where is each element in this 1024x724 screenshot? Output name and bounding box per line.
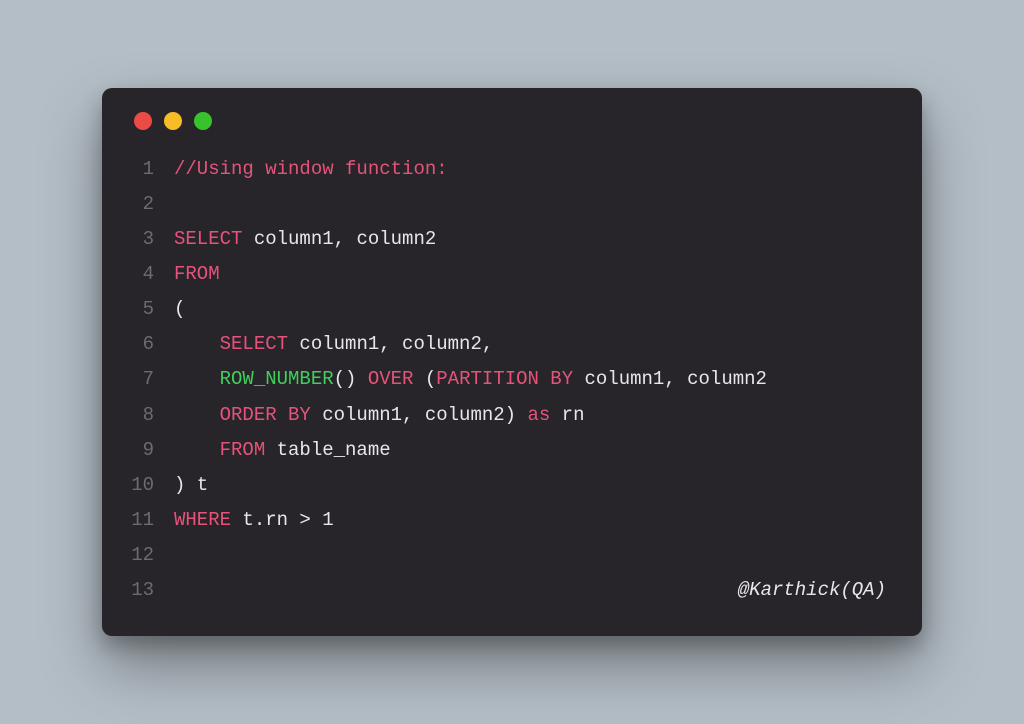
code-token: ( [174,298,185,320]
line-content: WHERE t.rn > 1 [174,503,894,538]
line-number: 5 [130,292,174,327]
line-number: 1 [130,152,174,187]
line-number: 2 [130,187,174,222]
code-line: 1//Using window function: [130,152,894,187]
line-number: 8 [130,398,174,433]
code-token: FROM [174,263,220,285]
line-number: 11 [130,503,174,538]
code-token: 1 [322,509,333,531]
code-line: 9 FROM table_name [130,433,894,468]
line-number: 3 [130,222,174,257]
line-content [174,538,894,573]
code-line: 4FROM [130,257,894,292]
code-line: 3SELECT column1, column2 [130,222,894,257]
code-line: 8 ORDER BY column1, column2) as rn [130,398,894,433]
code-token: column1, column2 [242,228,436,250]
line-number: 12 [130,538,174,573]
code-token: WHERE [174,509,231,531]
line-content [174,187,894,222]
code-token: ROW_NUMBER [220,368,334,390]
code-token: t.rn > [231,509,322,531]
code-token: column1, column2 [573,368,767,390]
code-line: 7 ROW_NUMBER() OVER (PARTITION BY column… [130,362,894,397]
author-credit: @Karthick(QA) [174,573,894,608]
code-token: OVER [356,368,424,390]
code-token: column1, column2, [288,333,493,355]
code-token: //Using window function: [174,158,448,180]
line-number: 13 [130,573,174,608]
close-icon[interactable] [134,112,152,130]
code-token: ( [425,368,436,390]
code-token: ) t [174,474,208,496]
zoom-icon[interactable] [194,112,212,130]
line-content: ( [174,292,894,327]
code-line: 10) t [130,468,894,503]
code-window: 1//Using window function:23SELECT column… [102,88,922,637]
code-token: column1, column2) [311,404,528,426]
code-token [174,333,220,355]
code-token: PARTITION BY [436,368,573,390]
code-line: 5( [130,292,894,327]
line-content: ORDER BY column1, column2) as rn [174,398,894,433]
code-line: 12 [130,538,894,573]
line-content: FROM [174,257,894,292]
code-line: 13@Karthick(QA) [130,573,894,608]
line-number: 10 [130,468,174,503]
line-content: ) t [174,468,894,503]
line-content: ROW_NUMBER() OVER (PARTITION BY column1,… [174,362,894,397]
line-content: @Karthick(QA) [174,573,894,608]
code-token: FROM [220,439,266,461]
code-token: as [527,404,550,426]
line-number: 9 [130,433,174,468]
code-token [174,368,220,390]
line-number: 6 [130,327,174,362]
line-content: SELECT column1, column2, [174,327,894,362]
code-token: () [334,368,357,390]
line-number: 4 [130,257,174,292]
code-token: table_name [265,439,390,461]
code-line: 2 [130,187,894,222]
code-token [174,439,220,461]
line-content: //Using window function: [174,152,894,187]
line-content: FROM table_name [174,433,894,468]
line-number: 7 [130,362,174,397]
code-token [174,404,220,426]
code-token: SELECT [220,333,288,355]
code-token: SELECT [174,228,242,250]
code-token: rn [550,404,584,426]
code-line: 11WHERE t.rn > 1 [130,503,894,538]
code-block: 1//Using window function:23SELECT column… [130,152,894,609]
code-line: 6 SELECT column1, column2, [130,327,894,362]
line-content: SELECT column1, column2 [174,222,894,257]
code-token: ORDER BY [220,404,311,426]
window-controls [130,112,894,130]
minimize-icon[interactable] [164,112,182,130]
